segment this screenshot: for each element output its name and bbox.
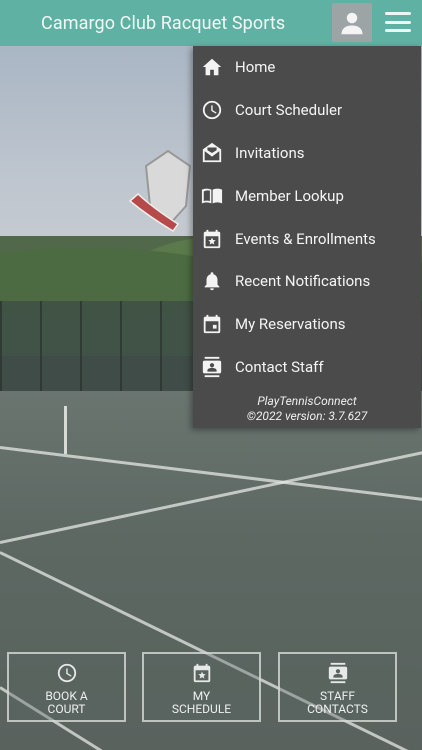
contact-card-icon xyxy=(201,356,223,378)
calendar-star-icon xyxy=(201,228,223,250)
nav-drawer: Home Court Scheduler Invitations Member … xyxy=(193,46,421,428)
menu-item-recent-notifications[interactable]: Recent Notifications xyxy=(193,260,421,302)
bell-icon xyxy=(201,270,223,292)
menu-item-label: My Reservations xyxy=(235,315,346,333)
home-icon xyxy=(201,56,223,78)
menu-item-label: Recent Notifications xyxy=(235,272,371,290)
hamburger-menu-icon[interactable] xyxy=(385,12,411,32)
menu-item-label: Events & Enrollments xyxy=(235,230,376,248)
open-book-icon xyxy=(201,185,223,207)
envelope-icon xyxy=(201,142,223,164)
tile-label: STAFF CONTACTS xyxy=(307,689,368,716)
menu-item-invitations[interactable]: Invitations xyxy=(193,132,421,174)
tile-label: BOOK A COURT xyxy=(45,689,88,716)
net-post xyxy=(64,406,67,454)
menu-item-label: Member Lookup xyxy=(235,187,344,205)
tile-label: MY SCHEDULE xyxy=(171,689,232,716)
clock-icon xyxy=(57,663,76,683)
menu-item-my-reservations[interactable]: My Reservations xyxy=(193,303,421,345)
menu-item-contact-staff[interactable]: Contact Staff xyxy=(193,346,421,388)
calendar-icon xyxy=(201,313,223,335)
menu-item-label: Home xyxy=(235,58,276,76)
book-a-court-button[interactable]: BOOK A COURT xyxy=(7,652,126,722)
person-icon xyxy=(341,12,363,34)
menu-item-home[interactable]: Home xyxy=(193,46,421,88)
app-header: Camargo Club Racquet Sports xyxy=(0,0,422,46)
menu-item-member-lookup[interactable]: Member Lookup xyxy=(193,175,421,217)
contact-card-icon xyxy=(328,662,347,684)
menu-item-label: Contact Staff xyxy=(235,358,324,376)
menu-item-label: Court Scheduler xyxy=(235,101,343,119)
calendar-star-icon xyxy=(193,663,210,683)
version-footer: ©2022 version: 3.7.627 xyxy=(246,409,368,423)
profile-button[interactable] xyxy=(332,3,372,42)
club-logo xyxy=(128,149,192,232)
staff-contacts-button[interactable]: STAFF CONTACTS xyxy=(278,652,397,722)
menu-item-label: Invitations xyxy=(235,144,305,162)
menu-item-events-enrollments[interactable]: Events & Enrollments xyxy=(193,218,421,260)
my-schedule-button[interactable]: MY SCHEDULE xyxy=(142,652,261,722)
app-title: Camargo Club Racquet Sports xyxy=(41,12,286,34)
clock-icon xyxy=(201,99,223,121)
app-name-footer: PlayTennisConnect xyxy=(257,394,357,408)
menu-item-court-scheduler[interactable]: Court Scheduler xyxy=(193,89,421,131)
